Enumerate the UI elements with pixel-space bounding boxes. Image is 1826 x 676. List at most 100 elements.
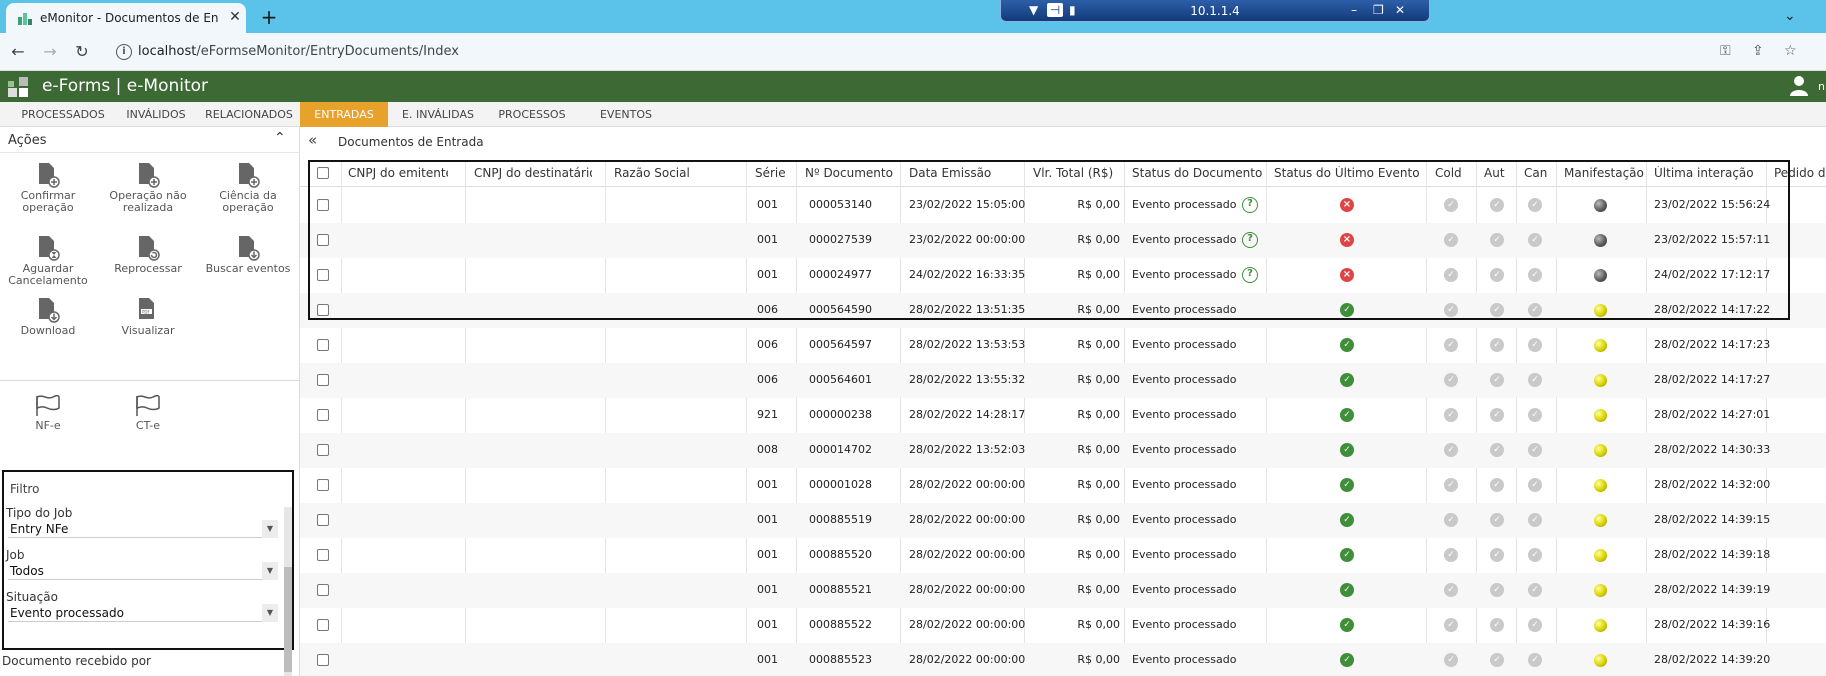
row-checkbox[interactable] [317, 339, 329, 351]
browser-tab[interactable]: eMonitor - Documentos de Entrada ✕ [6, 3, 246, 33]
table-row[interactable]: 001 000885522 28/02/2022 00:00:00 R$ 0,00 Ev… [300, 608, 1826, 643]
serie-cell: 001 [757, 513, 778, 526]
valor-cell: R$ 0,00 [1077, 513, 1120, 526]
table-row[interactable]: 001 000885520 28/02/2022 00:00:00 R$ 0,00 Ev… [300, 538, 1826, 573]
serie-cell: 006 [757, 338, 778, 351]
close-tab-icon[interactable]: ✕ [226, 8, 244, 26]
table-row[interactable]: 001 000001028 28/02/2022 00:00:00 R$ 0,00 Ev… [300, 468, 1826, 503]
tipo-job-select[interactable]: Entry NFe ▼ [8, 520, 278, 538]
row-checkbox[interactable] [317, 374, 329, 386]
row-checkbox[interactable] [317, 654, 329, 666]
row-checkbox[interactable] [317, 409, 329, 421]
user-icon[interactable] [1790, 76, 1808, 96]
manifestacao-yellow-icon [1594, 444, 1607, 457]
new-tab-button[interactable]: + [258, 6, 280, 28]
ultima-interacao-cell: 28/02/2022 14:39:19 [1654, 583, 1771, 596]
cold-status-icon: ✓ [1444, 443, 1458, 457]
situacao-select[interactable]: Evento processado ▼ [8, 604, 278, 622]
table-row[interactable]: 001 000885519 28/02/2022 00:00:00 R$ 0,00 Ev… [300, 503, 1826, 538]
menu-processos[interactable]: PROCESSOS [488, 102, 576, 127]
menu-relacionados[interactable]: RELACIONADOS [198, 102, 300, 127]
row-checkbox[interactable] [317, 549, 329, 561]
remote-desktop-bar: ▼ ⊣ ▮ 10.1.1.4 – ❐ ✕ [1000, 0, 1430, 22]
menu-invalidos[interactable]: INVÁLIDOS [114, 102, 198, 127]
row-checkbox[interactable] [317, 514, 329, 526]
aguardar-cancelamento-button[interactable]: Aguardar Cancelamento [0, 235, 98, 287]
visualizar-button[interactable]: PDF Visualizar [98, 297, 198, 337]
can-status-icon: ✓ [1528, 443, 1542, 457]
user-name[interactable]: n [1818, 80, 1825, 93]
menu-eventos[interactable]: EVENTOS [580, 102, 672, 127]
share-icon[interactable]: ⇪ [1752, 43, 1764, 59]
job-select[interactable]: Todos ▼ [8, 562, 278, 580]
back-arrow-icon[interactable]: ← [8, 42, 28, 62]
job-value: Todos [10, 564, 44, 578]
menu-processados[interactable]: PROCESSADOS [12, 102, 114, 127]
row-checkbox[interactable] [317, 619, 329, 631]
confirmar-operacao-button[interactable]: Confirmar operação [0, 162, 98, 214]
action-label: Ciência da operação [219, 189, 277, 214]
ciencia-operacao-button[interactable]: Ciência da operação [198, 162, 298, 214]
chevron-down-icon[interactable]: ⌄ [1784, 8, 1796, 24]
filter-scrollbar[interactable] [284, 507, 292, 676]
table-row[interactable]: 006 000564601 28/02/2022 13:55:32 R$ 0,00 Ev… [300, 363, 1826, 398]
collapse-up-icon[interactable]: ⌃ [274, 130, 286, 146]
chevron-down-icon: ▼ [262, 604, 278, 622]
data-emissao-cell: 28/02/2022 00:00:00 [909, 548, 1026, 561]
reprocessar-button[interactable]: Reprocessar [98, 235, 198, 275]
menu-e-invalidas[interactable]: E. INVÁLIDAS [392, 102, 484, 127]
status-documento-cell: Evento processado [1132, 618, 1237, 631]
document-refresh-icon [139, 236, 160, 261]
action-label: Operação não realizada [109, 189, 187, 214]
nfe-filter-button[interactable]: NF-e [0, 394, 98, 432]
table-row[interactable]: 001 000885521 28/02/2022 00:00:00 R$ 0,00 Ev… [300, 573, 1826, 608]
tab-title: eMonitor - Documentos de Entrada [40, 11, 218, 25]
row-checkbox[interactable] [317, 444, 329, 456]
operacao-nao-realizada-button[interactable]: Operação não realizada [98, 162, 198, 214]
row-checkbox[interactable] [317, 584, 329, 596]
data-emissao-cell: 28/02/2022 13:53:53 [909, 338, 1026, 351]
app-header: e-Forms | e-Monitor n [0, 71, 1826, 102]
close-icon[interactable]: ✕ [1395, 3, 1405, 17]
cte-filter-button[interactable]: CT-e [98, 394, 198, 432]
aut-status-icon: ✓ [1490, 548, 1504, 562]
forward-arrow-icon[interactable]: → [40, 42, 60, 62]
can-status-icon: ✓ [1528, 548, 1542, 562]
document-hourglass-icon [39, 236, 60, 261]
numero-cell: 000014702 [809, 443, 872, 456]
menu-entradas[interactable]: ENTRADAS [300, 102, 388, 127]
info-icon[interactable]: i [116, 44, 132, 60]
status-documento-cell: Evento processado [1132, 548, 1237, 561]
url-field[interactable]: i localhost/eFormseMonitor/EntryDocument… [106, 38, 1746, 66]
restore-icon[interactable]: ❐ [1373, 3, 1384, 17]
numero-cell: 000885520 [809, 548, 872, 561]
key-icon[interactable]: ⚿ [1720, 43, 1731, 59]
ok-status-icon: ✓ [1340, 373, 1354, 387]
numero-cell: 000885521 [809, 583, 872, 596]
data-emissao-cell: 28/02/2022 14:28:17 [909, 408, 1026, 421]
row-checkbox[interactable] [317, 479, 329, 491]
data-emissao-cell: 28/02/2022 00:00:00 [909, 653, 1026, 666]
filter-title: Filtro [10, 482, 40, 496]
table-row[interactable]: 001 000885523 28/02/2022 00:00:00 R$ 0,00 Ev… [300, 643, 1826, 676]
data-emissao-cell: 28/02/2022 00:00:00 [909, 618, 1026, 631]
app-title: e-Forms | e-Monitor [42, 76, 209, 96]
table-row[interactable]: 008 000014702 28/02/2022 13:52:03 R$ 0,00 Ev… [300, 433, 1826, 468]
buscar-eventos-button[interactable]: Buscar eventos [198, 235, 298, 275]
flag-icon [36, 394, 60, 416]
scrollbar-thumb[interactable] [284, 567, 292, 672]
table-row[interactable]: 921 000000238 28/02/2022 14:28:17 R$ 0,00 Ev… [300, 398, 1826, 433]
reload-icon[interactable]: ↻ [72, 42, 92, 62]
manifestacao-yellow-icon [1594, 339, 1607, 352]
download-button[interactable]: Download [0, 297, 98, 337]
ok-status-icon: ✓ [1340, 443, 1354, 457]
star-icon[interactable]: ☆ [1784, 43, 1797, 59]
minimize-icon[interactable]: – [1351, 3, 1357, 17]
table-row[interactable]: 006 000564597 28/02/2022 13:53:53 R$ 0,00 Ev… [300, 328, 1826, 363]
collapse-left-icon[interactable]: « [308, 131, 317, 149]
serie-cell: 006 [757, 373, 778, 386]
manifestacao-yellow-icon [1594, 514, 1607, 527]
aut-status-icon: ✓ [1490, 653, 1504, 667]
document-view-icon: PDF [139, 298, 154, 319]
data-emissao-cell: 28/02/2022 13:55:32 [909, 373, 1026, 386]
